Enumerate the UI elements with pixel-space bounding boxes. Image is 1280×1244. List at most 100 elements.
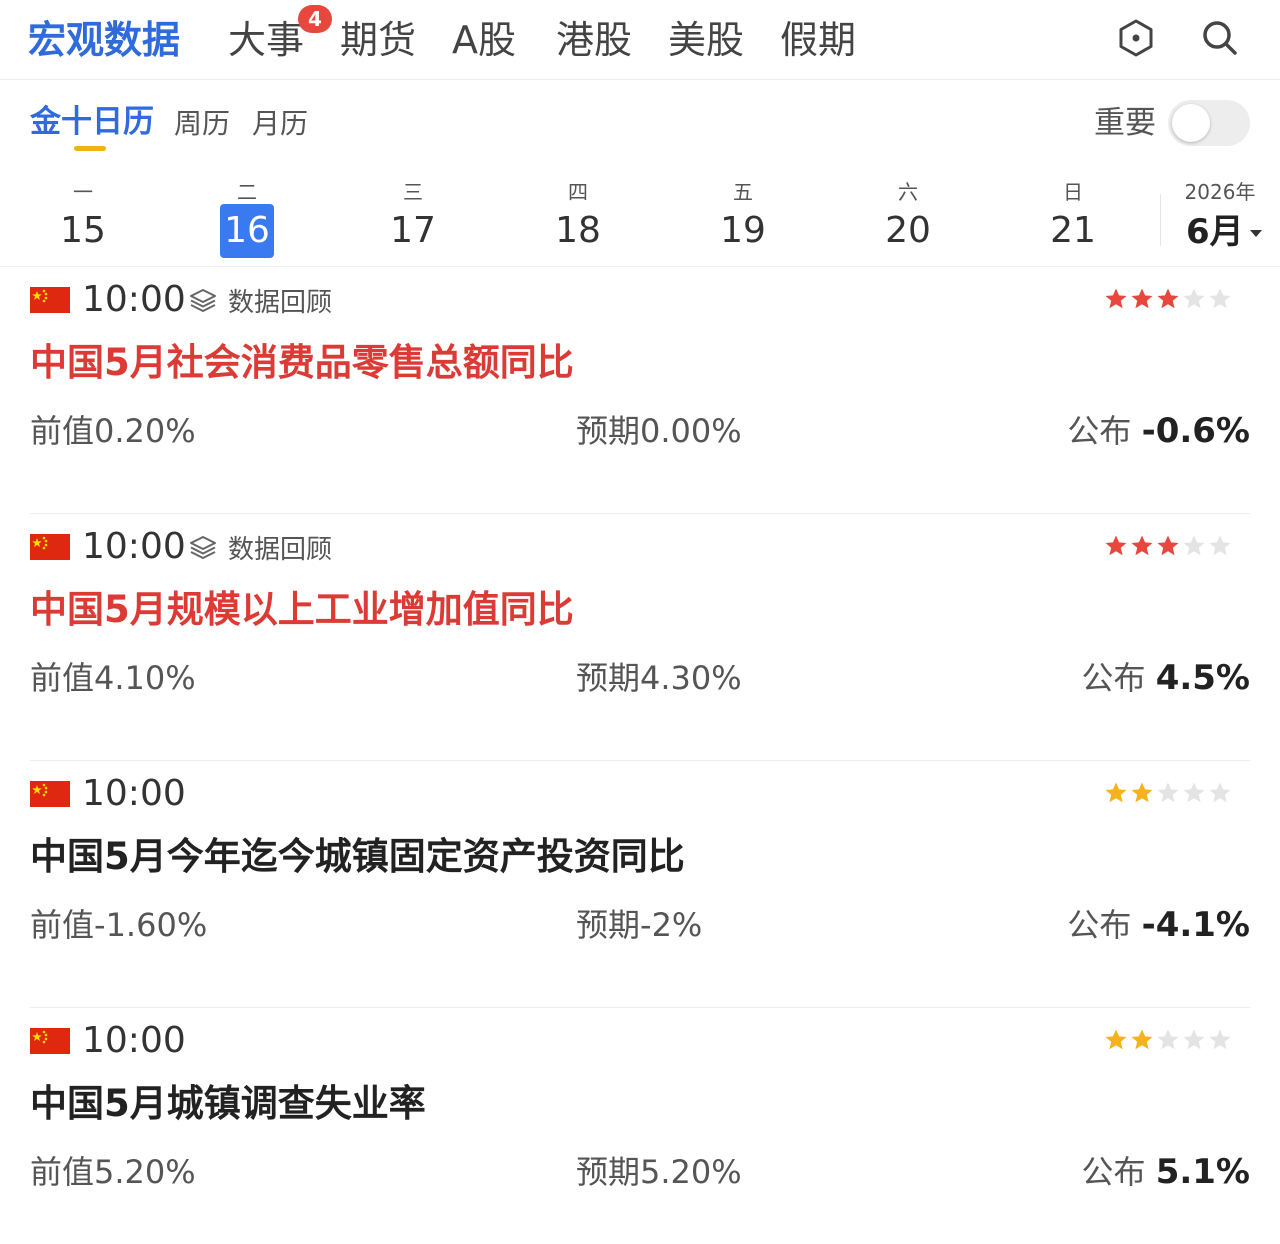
year-label: 2026年 — [1184, 180, 1256, 204]
day-17[interactable]: 17 — [378, 204, 448, 258]
published-value: 公布 -0.6% — [1067, 409, 1250, 453]
event-time: 10:00 — [82, 279, 186, 320]
month-selector[interactable]: 6月 — [1186, 206, 1262, 258]
published-number: 4.5% — [1155, 658, 1250, 698]
star-filled-icon — [1157, 535, 1179, 556]
star-filled-icon — [1131, 1029, 1153, 1050]
tab-jin10-calendar[interactable]: 金十日历 — [30, 102, 154, 142]
day-20[interactable]: 20 — [873, 204, 943, 258]
layers-icon — [190, 289, 216, 312]
day-15[interactable]: 15 — [48, 204, 118, 258]
importance-stars — [1104, 287, 1232, 313]
event-title[interactable]: 中国5月社会消费品零售总额同比 — [30, 337, 574, 389]
tab-macro-data[interactable]: 宏观数据 — [28, 16, 180, 64]
star-filled-icon — [1105, 288, 1127, 309]
previous-number: 4.10% — [94, 659, 196, 697]
weekday-label: 一 — [73, 180, 93, 204]
expected-label: 预期 — [576, 412, 641, 450]
day-16-selected[interactable]: 16 — [220, 204, 274, 258]
previous-number: 5.20% — [94, 1153, 196, 1191]
event-item[interactable]: 10:00 中国5月今年迄今城镇固定资产投资同比 前值-1.60% 预期-2% … — [0, 761, 1280, 1008]
weekday-label: 四 — [568, 180, 588, 204]
star-empty-icon — [1209, 288, 1231, 309]
tab-big-events[interactable]: 大事 — [228, 16, 304, 64]
star-empty-icon — [1183, 535, 1205, 556]
china-flag-icon — [30, 287, 70, 313]
previous-label: 前值 — [30, 1153, 95, 1191]
active-tab-indicator — [74, 146, 106, 151]
data-review-link[interactable]: 数据回顾 — [188, 283, 333, 318]
tab-us-stocks[interactable]: 美股 — [668, 16, 744, 64]
tab-weekly-calendar[interactable]: 周历 — [174, 104, 230, 144]
day-18[interactable]: 18 — [543, 204, 613, 258]
expected-number: 5.20% — [640, 1153, 742, 1191]
star-filled-icon — [1131, 535, 1153, 556]
previous-value: 前值-1.60% — [30, 903, 207, 947]
event-item[interactable]: 10:00 数据回顾 中国5月规模以上工业增加值同比 前值4.10% 预期4.3… — [0, 514, 1280, 761]
event-item[interactable]: 10:00 中国5月城镇调查失业率 前值5.20% 预期5.20% 公布 5.1… — [0, 1008, 1280, 1244]
star-empty-icon — [1157, 1029, 1179, 1050]
previous-number: -1.60% — [94, 906, 208, 944]
event-time: 10:00 — [82, 526, 186, 567]
star-filled-icon — [1131, 288, 1153, 309]
star-filled-icon — [1105, 1029, 1127, 1050]
previous-value: 前值4.10% — [30, 656, 196, 700]
star-empty-icon — [1183, 782, 1205, 803]
star-empty-icon — [1183, 288, 1205, 309]
search-icon[interactable] — [1200, 18, 1240, 58]
importance-stars — [1104, 1028, 1232, 1054]
events-count-badge: 4 — [298, 5, 332, 33]
day-19[interactable]: 19 — [708, 204, 778, 258]
expected-number: -2% — [640, 906, 703, 944]
important-toggle-knob[interactable] — [1172, 104, 1210, 142]
weekday-label: 日 — [1063, 180, 1083, 204]
tab-a-shares[interactable]: A股 — [452, 16, 516, 64]
expected-label: 预期 — [576, 906, 641, 944]
top-nav: 宏观数据 大事 4 期货 A股 港股 美股 假期 — [0, 0, 1280, 80]
event-title[interactable]: 中国5月规模以上工业增加值同比 — [30, 584, 574, 636]
event-time: 10:00 — [82, 773, 186, 814]
caret-down-icon — [1249, 230, 1262, 237]
previous-number: 0.20% — [94, 412, 196, 450]
event-title[interactable]: 中国5月今年迄今城镇固定资产投资同比 — [30, 831, 685, 883]
published-label: 公布 — [1067, 412, 1132, 450]
star-filled-icon — [1131, 782, 1153, 803]
importance-stars — [1104, 781, 1232, 807]
importance-stars — [1104, 534, 1232, 560]
previous-label: 前值 — [30, 412, 95, 450]
event-title[interactable]: 中国5月城镇调查失业率 — [30, 1078, 426, 1130]
important-filter-label: 重要 — [1094, 105, 1156, 141]
star-empty-icon — [1183, 1029, 1205, 1050]
event-time: 10:00 — [82, 1020, 186, 1061]
published-label: 公布 — [1081, 1153, 1146, 1191]
china-flag-icon — [30, 781, 70, 807]
published-value: 公布 5.1% — [1082, 1150, 1250, 1194]
published-number: 5.1% — [1155, 1152, 1250, 1192]
tab-holidays[interactable]: 假期 — [780, 16, 856, 64]
tab-monthly-calendar[interactable]: 月历 — [252, 104, 308, 144]
weekday-label: 五 — [733, 180, 753, 204]
weekday-label: 六 — [898, 180, 918, 204]
previous-label: 前值 — [30, 659, 95, 697]
star-filled-icon — [1157, 288, 1179, 309]
published-label: 公布 — [1081, 659, 1146, 697]
published-number: -4.1% — [1141, 905, 1250, 945]
tab-futures[interactable]: 期货 — [340, 16, 416, 64]
tab-hk-stocks[interactable]: 港股 — [556, 16, 632, 64]
expected-number: 0.00% — [640, 412, 742, 450]
event-item[interactable]: 10:00 数据回顾 中国5月社会消费品零售总额同比 前值0.20% 预期0.0… — [0, 267, 1280, 514]
data-review-link[interactable]: 数据回顾 — [188, 530, 333, 565]
data-review-label: 数据回顾 — [228, 534, 333, 565]
published-value: 公布 4.5% — [1082, 656, 1250, 700]
day-21[interactable]: 21 — [1038, 204, 1108, 258]
star-empty-icon — [1209, 535, 1231, 556]
expected-value: 预期4.30% — [576, 656, 742, 700]
data-review-label: 数据回顾 — [228, 287, 333, 318]
layers-icon — [190, 536, 216, 559]
hexagon-icon[interactable] — [1116, 18, 1156, 58]
divider — [1160, 194, 1161, 246]
expected-value: 预期-2% — [576, 903, 702, 947]
star-empty-icon — [1209, 782, 1231, 803]
published-label: 公布 — [1067, 906, 1132, 944]
previous-value: 前值5.20% — [30, 1150, 196, 1194]
